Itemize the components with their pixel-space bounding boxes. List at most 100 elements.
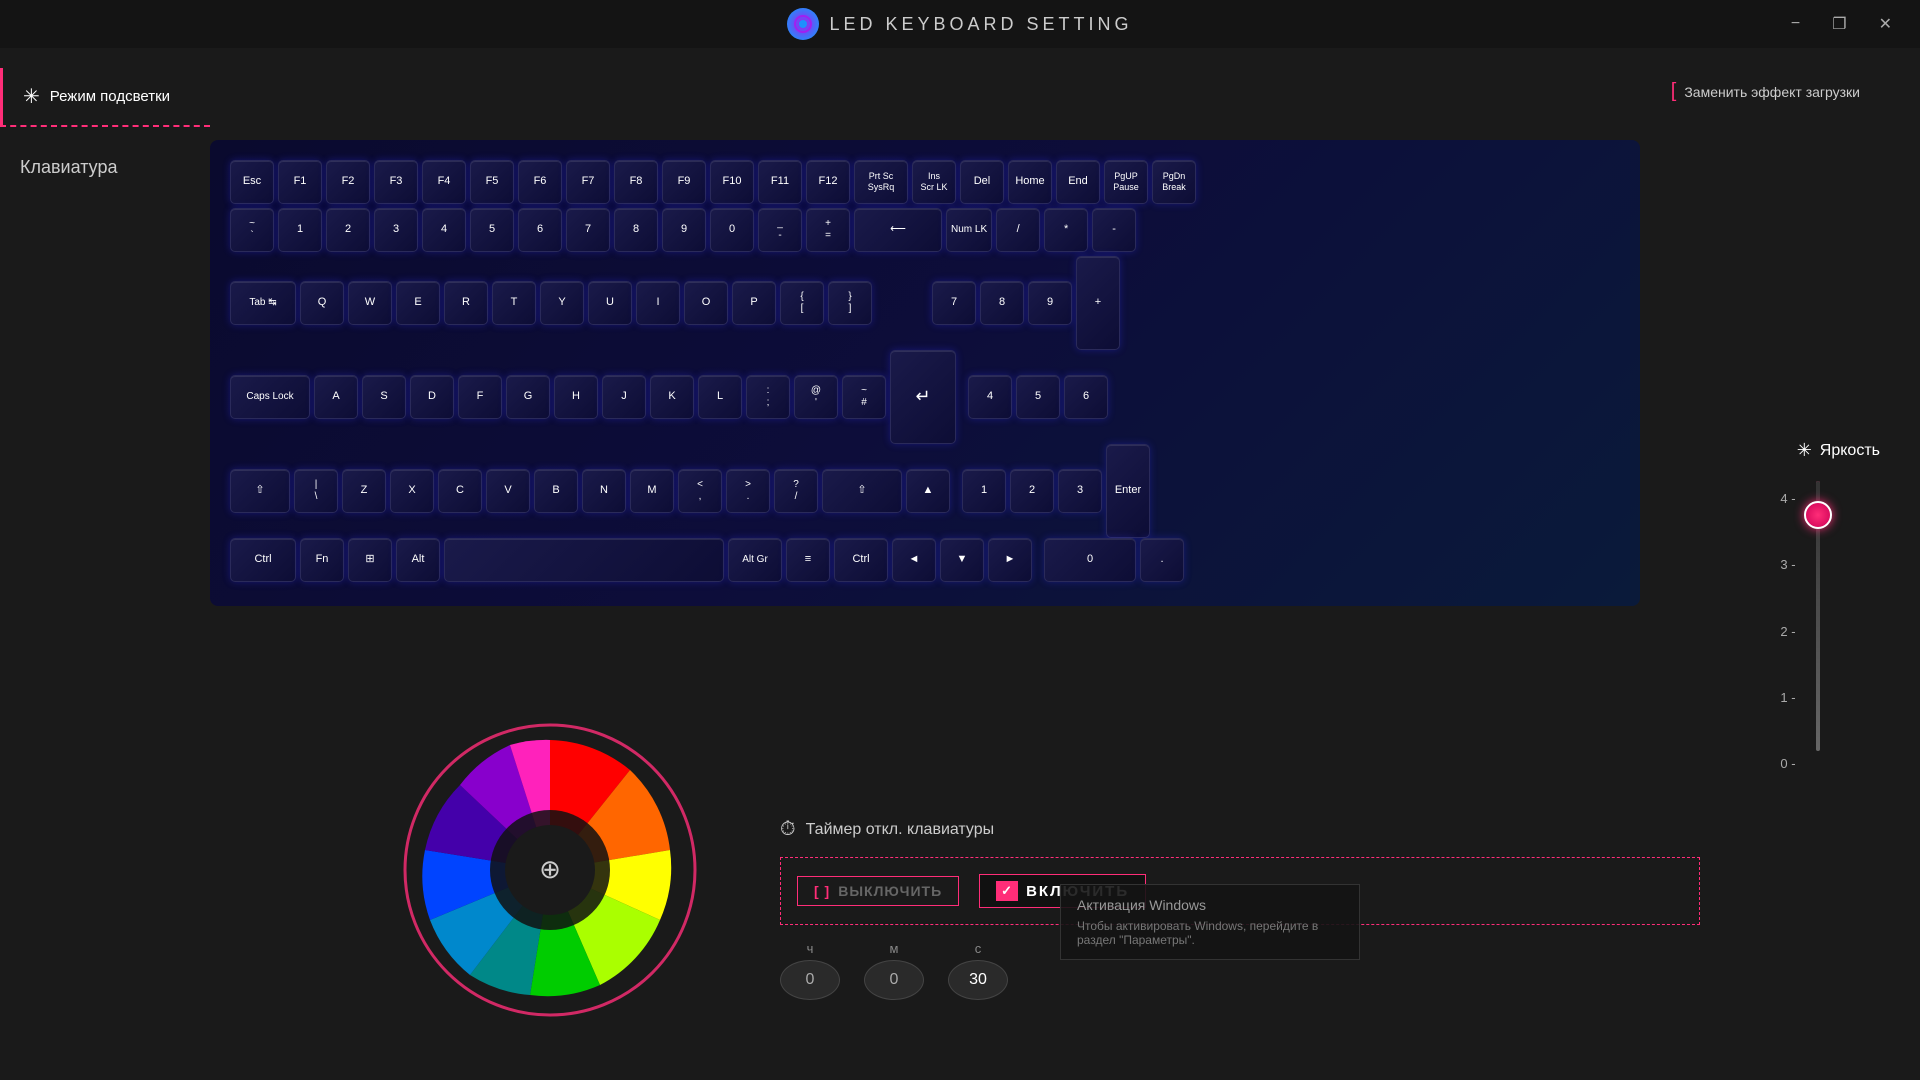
key-f7[interactable]: F7 — [566, 160, 610, 204]
key-3[interactable]: 3 — [374, 208, 418, 252]
key-f3[interactable]: F3 — [374, 160, 418, 204]
key-d[interactable]: D — [410, 375, 454, 419]
key-minus[interactable]: _- — [758, 208, 802, 252]
key-m[interactable]: M — [630, 469, 674, 513]
brightness-slider-area[interactable]: 4 - 3 - 2 - 1 - 0 - — [1780, 481, 1819, 781]
key-numenter[interactable]: Enter — [1106, 444, 1150, 538]
key-h[interactable]: H — [554, 375, 598, 419]
key-slash[interactable]: ?/ — [774, 469, 818, 513]
key-esc[interactable]: Esc — [230, 160, 274, 204]
key-s[interactable]: S — [362, 375, 406, 419]
color-wheel-container[interactable]: ⊕ — [400, 720, 700, 1020]
key-e[interactable]: E — [396, 281, 440, 325]
key-6[interactable]: 6 — [518, 208, 562, 252]
key-num9[interactable]: 9 — [1028, 281, 1072, 325]
key-end[interactable]: End — [1056, 160, 1100, 204]
key-n[interactable]: N — [582, 469, 626, 513]
key-comma[interactable]: <, — [678, 469, 722, 513]
key-num1[interactable]: 1 — [962, 469, 1006, 513]
key-w[interactable]: W — [348, 281, 392, 325]
key-pgdn[interactable]: PgDnBreak — [1152, 160, 1196, 204]
key-semicolon[interactable]: :; — [746, 375, 790, 419]
maximize-button[interactable]: ❐ — [1824, 10, 1854, 38]
brightness-track[interactable] — [1816, 481, 1820, 751]
key-numplus[interactable]: + — [1076, 256, 1120, 350]
key-k[interactable]: K — [650, 375, 694, 419]
key-num6[interactable]: 6 — [1064, 375, 1108, 419]
seconds-value[interactable]: 30 — [948, 960, 1008, 1000]
key-menu[interactable]: ≡ — [786, 538, 830, 582]
key-space[interactable] — [444, 538, 724, 582]
key-j[interactable]: J — [602, 375, 646, 419]
key-f1[interactable]: F1 — [278, 160, 322, 204]
key-y[interactable]: Y — [540, 281, 584, 325]
key-f10[interactable]: F10 — [710, 160, 754, 204]
key-o[interactable]: O — [684, 281, 728, 325]
key-lbracket[interactable]: {[ — [780, 281, 824, 325]
key-equals[interactable]: += — [806, 208, 850, 252]
key-num4[interactable]: 4 — [968, 375, 1012, 419]
key-tilde[interactable]: ~` — [230, 208, 274, 252]
key-shift-right[interactable]: ⇧ — [822, 469, 902, 513]
key-numstar[interactable]: * — [1044, 208, 1088, 252]
key-f8[interactable]: F8 — [614, 160, 658, 204]
replace-effect-area[interactable]: [ Заменить эффект загрузки — [1671, 80, 1860, 103]
key-rbracket[interactable]: }] — [828, 281, 872, 325]
key-backslash[interactable]: |\ — [294, 469, 338, 513]
key-num0[interactable]: 0 — [1044, 538, 1136, 582]
sidebar-mode-item[interactable]: ✳ Режим подсветки — [0, 68, 210, 127]
key-7[interactable]: 7 — [566, 208, 610, 252]
hours-value[interactable]: 0 — [780, 960, 840, 1000]
key-prtsc[interactable]: Prt ScSysRq — [854, 160, 908, 204]
key-num7[interactable]: 7 — [932, 281, 976, 325]
key-u[interactable]: U — [588, 281, 632, 325]
key-i[interactable]: I — [636, 281, 680, 325]
key-l[interactable]: L — [698, 375, 742, 419]
key-f6[interactable]: F6 — [518, 160, 562, 204]
key-alt-left[interactable]: Alt — [396, 538, 440, 582]
key-t[interactable]: T — [492, 281, 536, 325]
key-ctrl-left[interactable]: Ctrl — [230, 538, 296, 582]
key-home[interactable]: Home — [1008, 160, 1052, 204]
key-z[interactable]: Z — [342, 469, 386, 513]
key-pgup[interactable]: PgUPPause — [1104, 160, 1148, 204]
brightness-thumb[interactable] — [1804, 501, 1832, 529]
key-r[interactable]: R — [444, 281, 488, 325]
key-f12[interactable]: F12 — [806, 160, 850, 204]
key-num3[interactable]: 3 — [1058, 469, 1102, 513]
key-del[interactable]: Del — [960, 160, 1004, 204]
minutes-value[interactable]: 0 — [864, 960, 924, 1000]
key-2[interactable]: 2 — [326, 208, 370, 252]
key-c[interactable]: C — [438, 469, 482, 513]
key-num8[interactable]: 8 — [980, 281, 1024, 325]
key-v[interactable]: V — [486, 469, 530, 513]
key-arrowright[interactable]: ► — [988, 538, 1032, 582]
key-f4[interactable]: F4 — [422, 160, 466, 204]
key-numslash[interactable]: / — [996, 208, 1040, 252]
key-8[interactable]: 8 — [614, 208, 658, 252]
key-num5[interactable]: 5 — [1016, 375, 1060, 419]
key-arrowdown[interactable]: ▼ — [940, 538, 984, 582]
key-numminus[interactable]: - — [1092, 208, 1136, 252]
key-f11[interactable]: F11 — [758, 160, 802, 204]
key-numdot[interactable]: . — [1140, 538, 1184, 582]
key-f9[interactable]: F9 — [662, 160, 706, 204]
key-backspace[interactable]: ⟵ — [854, 208, 942, 252]
key-a[interactable]: A — [314, 375, 358, 419]
key-apostrophe[interactable]: @' — [794, 375, 838, 419]
key-4[interactable]: 4 — [422, 208, 466, 252]
key-x[interactable]: X — [390, 469, 434, 513]
key-f[interactable]: F — [458, 375, 502, 419]
key-ctrl-right[interactable]: Ctrl — [834, 538, 888, 582]
key-enter[interactable]: ↵ — [890, 350, 956, 444]
key-period[interactable]: >. — [726, 469, 770, 513]
key-shift-left[interactable]: ⇧ — [230, 469, 290, 513]
key-b[interactable]: B — [534, 469, 578, 513]
key-f2[interactable]: F2 — [326, 160, 370, 204]
key-q[interactable]: Q — [300, 281, 344, 325]
key-hash[interactable]: ~# — [842, 375, 886, 419]
key-win[interactable]: ⊞ — [348, 538, 392, 582]
key-0[interactable]: 0 — [710, 208, 754, 252]
key-9[interactable]: 9 — [662, 208, 706, 252]
minimize-button[interactable]: − — [1783, 10, 1808, 38]
